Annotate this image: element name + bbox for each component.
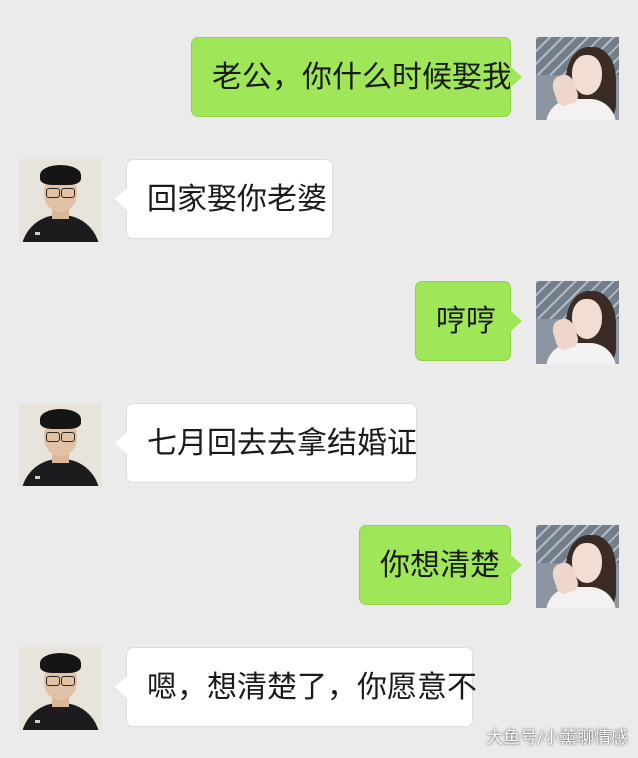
message-bubble-sent[interactable]: 你想清楚 — [359, 525, 522, 605]
message-bubble-received[interactable]: 七月回去去拿结婚证 — [115, 403, 417, 483]
female-avatar[interactable] — [536, 37, 619, 120]
message-text: 嗯，想清楚了，你愿意不 — [147, 670, 477, 705]
female-avatar[interactable] — [536, 281, 619, 364]
message-bubble-received[interactable]: 嗯，想清楚了，你愿意不 — [115, 647, 477, 727]
message-row-received: 七月回去去拿结婚证 — [0, 403, 638, 487]
message-text: 哼哼 — [436, 304, 496, 339]
male-avatar[interactable] — [19, 159, 102, 242]
message-row-sent: 你想清楚 — [0, 525, 638, 609]
message-text: 老公，你什么时候娶我 — [212, 60, 512, 95]
message-row-received: 嗯，想清楚了，你愿意不 — [0, 647, 638, 731]
message-row-sent: 老公，你什么时候娶我 — [0, 37, 638, 121]
message-text: 回家娶你老婆 — [147, 182, 327, 217]
male-avatar[interactable] — [19, 647, 102, 730]
message-bubble-received[interactable]: 回家娶你老婆 — [115, 159, 333, 239]
male-avatar[interactable] — [19, 403, 102, 486]
message-text: 七月回去去拿结婚证 — [147, 426, 417, 461]
message-row-sent: 哼哼 — [0, 281, 638, 365]
female-avatar[interactable] — [536, 525, 619, 608]
message-bubble-sent[interactable]: 哼哼 — [415, 281, 522, 361]
message-text: 你想清楚 — [380, 548, 500, 583]
watermark-text: 大鱼号/小薰聊情感 — [486, 728, 628, 748]
message-row-received: 回家娶你老婆 — [0, 159, 638, 243]
message-bubble-sent[interactable]: 老公，你什么时候娶我 — [191, 37, 522, 117]
